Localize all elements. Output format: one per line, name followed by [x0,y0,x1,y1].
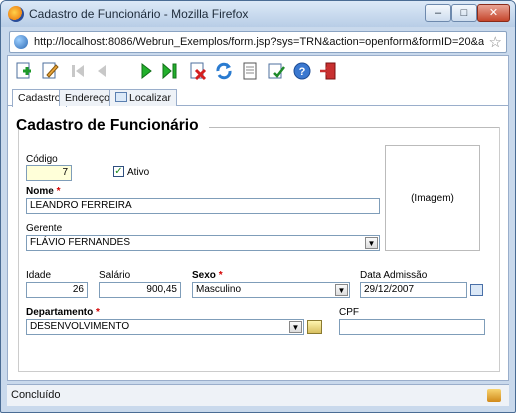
departamento-value: DESENVOLVIMENTO [30,321,130,332]
sexo-label-text: Sexo [192,270,216,281]
departamento-label: Departamento * [26,307,100,318]
edit-icon[interactable] [40,61,60,81]
department-lookup-icon[interactable] [307,320,322,334]
report-icon[interactable] [240,61,260,81]
bookmark-star-icon[interactable]: ☆ [489,33,502,51]
status-bar: Concluído [7,384,509,406]
required-mark: * [218,270,223,281]
status-text: Concluído [11,389,61,401]
svg-text:?: ? [299,66,306,78]
exit-icon[interactable] [318,61,338,81]
page-globe-icon [14,35,28,49]
address-bar[interactable]: http://localhost:8086/Webrun_Exemplos/fo… [9,31,507,53]
required-mark: * [56,186,61,197]
data-admissao-field[interactable]: 29/12/2007 [360,282,467,298]
nome-field[interactable]: LEANDRO FERREIRA [26,198,380,214]
refresh-icon[interactable] [214,61,234,81]
chevron-down-icon[interactable]: ▼ [289,321,302,333]
required-mark: * [96,307,100,318]
codigo-label: Código [26,154,58,165]
firefox-icon [8,6,24,22]
address-url[interactable]: http://localhost:8086/Webrun_Exemplos/fo… [34,36,484,48]
new-record-icon[interactable] [14,61,34,81]
divider [209,127,499,128]
last-record-icon[interactable] [160,61,180,81]
title-bar: Cadastro de Funcionário - Mozilla Firefo… [1,1,515,27]
minimize-button[interactable]: – [425,4,451,22]
maximize-button[interactable]: □ [451,4,477,22]
sexo-label: Sexo * [192,270,223,281]
image-label: (Imagem) [411,192,454,204]
data-admissao-label: Data Admissão [360,270,428,281]
first-record-icon[interactable] [68,61,88,81]
status-addon-icon[interactable] [487,389,501,402]
salario-field[interactable]: 900,45 [99,282,181,298]
gerente-label: Gerente [26,223,63,234]
form-panel: Cadastro de Funcionário Código 7 ✓ Ativo… [9,108,507,380]
page-content: ? Cadastro Endereço Localizar Cadastro d… [7,55,509,381]
help-icon[interactable]: ? [292,61,312,81]
idade-label: Idade [26,270,52,281]
sexo-select[interactable]: Masculino ▼ [192,282,350,298]
tab-endereco[interactable]: Endereço [59,89,116,106]
sexo-value: Masculino [196,284,242,295]
close-button[interactable]: ✕ [477,4,510,22]
delete-icon[interactable] [188,61,208,81]
salario-label: Salário [99,270,131,281]
calendar-icon[interactable] [470,284,483,296]
window-title: Cadastro de Funcionário - Mozilla Firefo… [29,7,249,21]
codigo-field[interactable]: 7 [26,165,72,181]
tab-localizar[interactable]: Localizar [109,89,178,106]
departamento-label-text: Departamento [26,307,94,318]
ativo-checkbox[interactable]: ✓ [113,166,124,177]
cpf-field[interactable] [339,319,485,335]
search-icon [115,92,127,102]
nome-label-text: Nome [26,186,54,197]
page-title: Cadastro de Funcionário [16,117,199,134]
next-record-icon[interactable] [136,61,156,81]
gerente-select[interactable]: FLÁVIO FERNANDES ▼ [26,235,380,251]
gerente-value: FLÁVIO FERNANDES [30,237,131,248]
form-tabs: Cadastro Endereço Localizar [8,88,508,107]
idade-field[interactable]: 26 [26,282,88,298]
ativo-label: Ativo [127,167,150,178]
cpf-label: CPF [339,307,359,318]
tab-localizar-label: Localizar [129,92,172,104]
browser-window: Cadastro de Funcionário - Mozilla Firefo… [0,0,516,413]
chevron-down-icon[interactable]: ▼ [335,284,348,296]
form-toolbar: ? [8,56,508,86]
image-placeholder[interactable]: (Imagem) [385,145,480,251]
chevron-down-icon[interactable]: ▼ [365,237,378,249]
previous-record-icon[interactable] [92,61,112,81]
form-icon[interactable] [266,61,286,81]
departamento-select[interactable]: DESENVOLVIMENTO ▼ [26,319,304,335]
nome-label: Nome * [26,186,60,197]
